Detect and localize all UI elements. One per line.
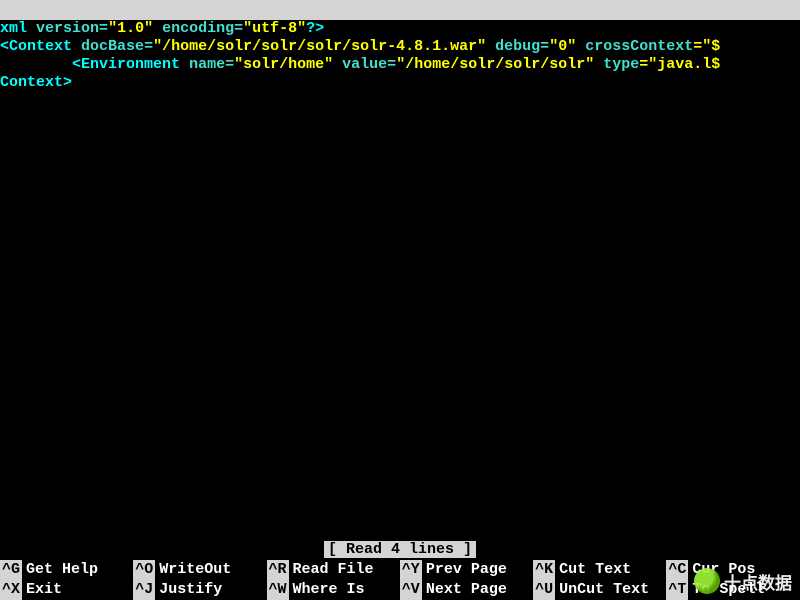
shortcut-key: ^G	[0, 560, 22, 580]
shortcut-bar: ^GGet Help^OWriteOut^RRead File^YPrev Pa…	[0, 560, 800, 600]
shortcut-label: Cut Text	[559, 560, 631, 580]
shortcut-key: ^O	[133, 560, 155, 580]
shortcut-justify[interactable]: ^JJustify	[133, 580, 266, 600]
shortcut-label: WriteOut	[159, 560, 231, 580]
shortcut-key: ^C	[666, 560, 688, 580]
shortcut-key: ^T	[666, 580, 688, 600]
shortcut-cur-pos[interactable]: ^CCur Pos	[666, 560, 799, 580]
shortcut-key: ^K	[533, 560, 555, 580]
shortcut-label: Read File	[293, 560, 374, 580]
shortcut-key: ^U	[533, 580, 555, 600]
shortcut-writeout[interactable]: ^OWriteOut	[133, 560, 266, 580]
shortcut-exit[interactable]: ^XExit	[0, 580, 133, 600]
shortcut-key: ^X	[0, 580, 22, 600]
shortcut-uncut-text[interactable]: ^UUnCut Text	[533, 580, 666, 600]
shortcut-to-spell[interactable]: ^TTo Spell	[666, 580, 799, 600]
shortcut-key: ^J	[133, 580, 155, 600]
shortcut-label: To Spell	[692, 580, 764, 600]
shortcut-key: ^V	[400, 580, 422, 600]
editor-area[interactable]: xml version="1.0" encoding="utf-8"?><Con…	[0, 20, 800, 92]
shortcut-key: ^W	[267, 580, 289, 600]
shortcut-key: ^R	[267, 560, 289, 580]
shortcut-prev-page[interactable]: ^YPrev Page	[400, 560, 533, 580]
status-line: [ Read 4 lines ]	[0, 540, 800, 560]
shortcut-label: Justify	[159, 580, 222, 600]
shortcut-get-help[interactable]: ^GGet Help	[0, 560, 133, 580]
shortcut-key: ^Y	[400, 560, 422, 580]
file-name: solr.xml	[26, 100, 98, 120]
shortcut-label: UnCut Text	[559, 580, 649, 600]
shortcut-label: Cur Pos	[692, 560, 755, 580]
shortcut-row-1: ^GGet Help^OWriteOut^RRead File^YPrev Pa…	[0, 560, 800, 580]
editor-line[interactable]: <Context docBase="/home/solr/solr/solr/s…	[0, 38, 800, 56]
shortcut-read-file[interactable]: ^RRead File	[267, 560, 400, 580]
shortcut-cut-text[interactable]: ^KCut Text	[533, 560, 666, 580]
status-text: [ Read 4 lines ]	[324, 541, 476, 558]
editor-line[interactable]: <Environment name="solr/home" value="/ho…	[0, 56, 800, 74]
shortcut-where-is[interactable]: ^WWhere Is	[267, 580, 400, 600]
shortcut-next-page[interactable]: ^VNext Page	[400, 580, 533, 600]
shortcut-label: Prev Page	[426, 560, 507, 580]
editor-line[interactable]: Context>	[0, 74, 800, 92]
shortcut-label: Get Help	[26, 560, 98, 580]
title-bar: GNU nano 2.2.6 File: solr.xml	[0, 0, 800, 20]
shortcut-label: Exit	[26, 580, 62, 600]
shortcut-label: Next Page	[426, 580, 507, 600]
shortcut-row-2: ^XExit^JJustify^WWhere Is^VNext Page^UUn…	[0, 580, 800, 600]
shortcut-label: Where Is	[293, 580, 365, 600]
editor-line[interactable]: xml version="1.0" encoding="utf-8"?>	[0, 20, 800, 38]
